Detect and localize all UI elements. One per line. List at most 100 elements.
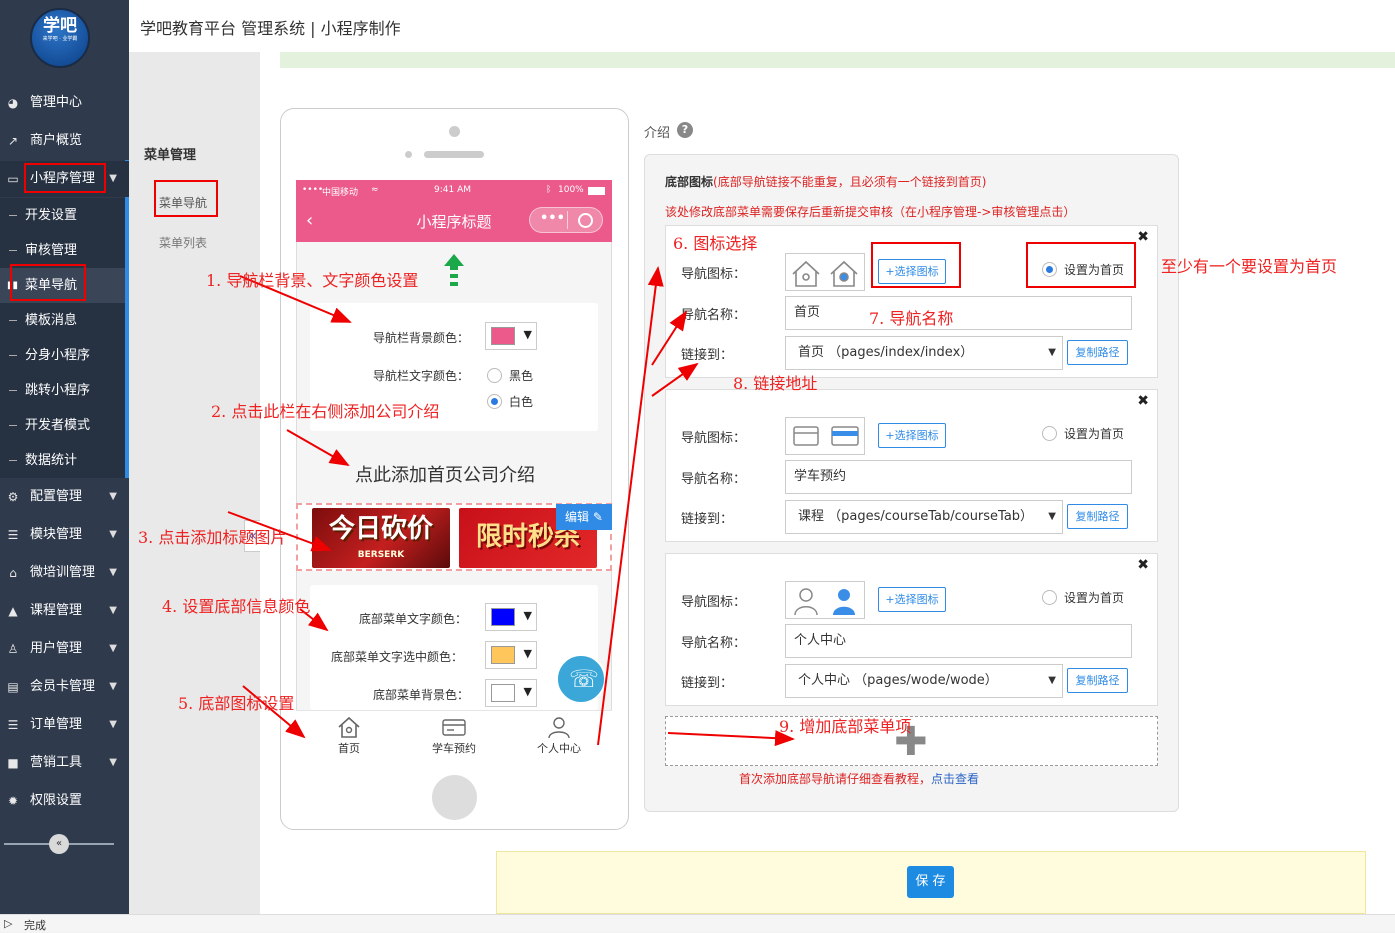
bottom-text-swatch [491,608,515,626]
highlight-box [154,180,218,217]
nav-icon-preview [785,253,865,291]
sidebar-item-card[interactable]: ▤ 会员卡管理 ▼ [0,669,129,705]
bottom-nav-title: 底部图标(底部导航链接不能重复，且必须有一个链接到首页) [665,175,987,189]
list-icon: ☰ [7,718,19,732]
banner-bargain[interactable]: 今日砍价 BERSERK [312,508,450,568]
sidebar-item-training[interactable]: ⌂ 微培训管理 ▼ [0,555,129,591]
tab-booking[interactable]: 学车预约 [409,711,499,756]
nav-name-input[interactable]: 个人中心 [785,624,1132,658]
submenu-developer[interactable]: 开发者模式 [0,408,125,443]
sidebar-item-order[interactable]: ☰ 订单管理 ▼ [0,707,129,743]
card-icon: ▤ [7,680,19,694]
dropdown-arrow-icon: ▼ [1048,511,1056,522]
chart-line-icon: ↗ [7,134,19,148]
annotation-9: 9. 增加底部菜单项 [779,717,912,736]
close-icon[interactable]: ✖ [1137,229,1149,245]
tab-home[interactable]: 首页 [304,711,394,756]
sidebar-item-user[interactable]: ♙ 用户管理 ▼ [0,631,129,667]
sidebar-item-marketing[interactable]: ■ 营销工具 ▼ [0,745,129,781]
home-icon [338,716,360,738]
nav-item-card: ✖ 导航图标： +选择图标 设置为首页 导航名称： 个人中心 链接到： 个人中心… [665,553,1158,706]
edit-banner-button[interactable]: 编辑 ✎ [556,504,612,530]
chevron-down-icon: ▼ [109,719,117,730]
annotation-5: 5. 底部图标设置 [178,694,295,713]
card-icon [442,719,466,736]
submenu-jump[interactable]: 跳转小程序 [0,373,125,408]
copy-path-button[interactable]: 复制路径 [1067,340,1128,365]
phone-home-button [432,775,477,820]
bottom-selected-swatch [491,646,515,664]
link-select[interactable]: 个人中心 （pages/wode/wode） ▼ [785,664,1063,698]
copy-path-button[interactable]: 复制路径 [1067,504,1128,529]
annotation-8: 8. 链接地址 [733,374,818,393]
page-title: 学吧教育平台 管理系统 | 小程序制作 [140,19,401,38]
bottom-bg-swatch [491,684,515,702]
sidebar-item-permission[interactable]: ✹ 权限设置 [0,783,129,819]
browser-status-bar: ▷ 完成 [0,914,1395,932]
bottom-selected-color-picker[interactable]: ▼ [485,641,537,669]
select-icon-button[interactable]: +选择图标 [878,423,946,448]
close-icon[interactable]: ✖ [1137,557,1149,573]
highlight-box [10,264,86,301]
add-intro-button[interactable]: 点此添加首页公司介绍 [355,461,535,487]
nav-text-white-radio[interactable] [487,394,502,409]
green-arrow-icon [444,254,464,286]
link-select[interactable]: 首页 （pages/index/index） ▼ [785,336,1063,370]
bottom-text-color-picker[interactable]: ▼ [485,603,537,631]
briefcase-icon: ■ [7,756,19,770]
nav-name-input[interactable]: 首页 [785,296,1132,330]
phone-camera [449,126,460,137]
close-icon[interactable]: ✖ [1137,393,1149,409]
dropdown-arrow-icon: ▼ [1048,675,1056,686]
battery-icon [588,187,605,195]
collapse-sidebar-button[interactable]: « [49,834,69,854]
select-icon-button[interactable]: +选择图标 [878,587,946,612]
link-select[interactable]: 课程 （pages/courseTab/courseTab） ▼ [785,500,1063,534]
sidebar-item-course[interactable]: ▲ 课程管理 ▼ [0,593,129,629]
highlight-box [24,163,106,193]
submenu-template-msg[interactable]: 模板消息 [0,303,125,338]
sidebar-item-dashboard[interactable]: ◕ 管理中心 [0,85,129,121]
more-icon[interactable]: ••• [540,211,565,226]
tutorial-link[interactable]: 点击查看 [931,772,979,786]
nav-icon-preview [785,581,865,619]
set-home-radio[interactable] [1042,426,1057,441]
menu-list-link[interactable]: 菜单列表 [159,234,207,251]
close-circle-icon[interactable] [578,213,593,228]
chevron-down-icon: ▼ [109,173,117,184]
nav-item-card: ✖ 导航图标： +选择图标 设置为首页 导航名称： 学车预约 链接到： 课程 （… [665,389,1158,542]
tutorial-note: 首次添加底部导航请仔细查看教程，点击查看 [739,772,980,786]
submenu-clone[interactable]: 分身小程序 [0,338,125,373]
highlight-box [1026,242,1136,288]
tab-profile[interactable]: 个人中心 [514,711,604,756]
phone-call-button[interactable]: ☏ [556,654,606,704]
highlight-box [871,242,961,288]
sidebar-item-module[interactable]: ☰ 模块管理 ▼ [0,517,129,553]
graduation-cap-icon: ▲ [8,604,18,618]
nav-bg-color-picker[interactable]: ▼ [485,322,537,350]
submenu-stats[interactable]: 数据统计 [0,443,125,478]
dropdown-arrow-icon: ▼ [1048,347,1056,358]
list-icon: ☰ [7,528,19,542]
phone-nav-bar[interactable]: •••• 中国移动 ≈ 9:41 AM ᛒ 100% ‹ 小程序标题 ••• [296,180,612,242]
sidebar-item-merchant[interactable]: ↗ 商户概览 [0,123,129,159]
bottom-bg-color-picker[interactable]: ▼ [485,679,537,707]
submenu-review[interactable]: 审核管理 [0,233,125,268]
copy-path-button[interactable]: 复制路径 [1067,668,1128,693]
annotation-3: 3. 点击添加标题图片 [138,528,287,547]
sidebar-item-config[interactable]: ⚙ 配置管理 ▼ [0,479,129,515]
submenu-dev-settings[interactable]: 开发设置 [0,198,125,233]
phone-speaker [424,151,484,158]
chevron-down-icon: ▼ [109,605,117,616]
set-home-radio[interactable] [1042,590,1057,605]
annotation-1: 1. 导航栏背景、文字颜色设置 [206,271,419,290]
save-button[interactable]: 保 存 [907,866,954,898]
help-icon[interactable]: ? [677,122,693,138]
dropdown-arrow-icon: ▼ [523,328,532,341]
wifi-icon: ≈ [371,185,379,195]
nav-name-input[interactable]: 学车预约 [785,460,1132,494]
nav-icon-preview [785,417,865,455]
phone-capsule-menu[interactable]: ••• [529,207,603,233]
nav-text-black-radio[interactable] [487,368,502,383]
menu-panel-heading: 菜单管理 [144,148,197,163]
